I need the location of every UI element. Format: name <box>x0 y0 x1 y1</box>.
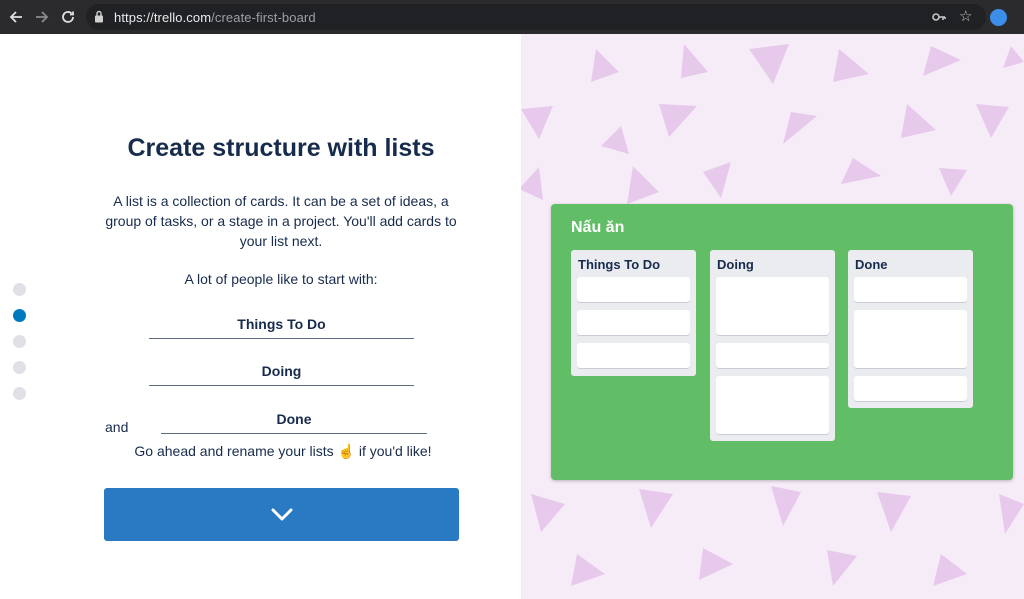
step-dot[interactable] <box>13 387 26 400</box>
card-placeholder <box>854 376 967 401</box>
board-preview-panel: Nấu ăn Things To Do Doing Done <box>521 34 1024 599</box>
and-label: and <box>105 419 129 435</box>
hint-text: A lot of people like to start with: <box>184 271 378 287</box>
reload-icon[interactable] <box>55 4 81 30</box>
next-step-button[interactable] <box>104 488 459 541</box>
list-name-input-2[interactable] <box>149 356 414 386</box>
list-column: Things To Do <box>571 250 696 376</box>
card-placeholder <box>854 277 967 302</box>
lock-icon <box>95 10 103 23</box>
back-arrow-icon[interactable] <box>3 4 29 30</box>
card-placeholder <box>716 376 829 434</box>
card-placeholder <box>716 343 829 368</box>
board-title: Nấu ăn <box>571 219 625 236</box>
card-placeholder <box>577 343 690 368</box>
chevron-down-icon <box>271 508 292 520</box>
card-placeholder <box>854 310 967 368</box>
bookmark-star-icon[interactable]: ☆ <box>959 7 972 25</box>
description-text: A list is a collection of cards. It can … <box>105 193 457 249</box>
onboarding-panel: Create structure with lists A list is a … <box>0 34 521 599</box>
list-title: Doing <box>717 257 754 272</box>
list-title: Done <box>855 257 888 272</box>
step-dot-active[interactable] <box>13 309 26 322</box>
step-dot[interactable] <box>13 361 26 374</box>
list-column: Done <box>848 250 973 408</box>
forward-arrow-icon[interactable] <box>29 4 55 30</box>
card-placeholder <box>577 310 690 335</box>
key-icon[interactable] <box>932 10 946 25</box>
list-name-input-3[interactable] <box>161 404 427 434</box>
rename-hint-text: Go ahead and rename your lists ☝️ if you… <box>134 443 432 459</box>
board-preview: Nấu ăn Things To Do Doing Done <box>551 204 1013 480</box>
card-placeholder <box>577 277 690 302</box>
card-placeholder <box>716 277 829 335</box>
profile-avatar[interactable] <box>990 9 1007 26</box>
url-text[interactable]: https://trello.com/create-first-board <box>114 10 316 25</box>
step-dot[interactable] <box>13 335 26 348</box>
list-title: Things To Do <box>578 257 661 272</box>
list-column: Doing <box>710 250 835 441</box>
page-title: Create structure with lists <box>127 134 435 162</box>
step-indicator <box>13 283 26 413</box>
step-dot[interactable] <box>13 283 26 296</box>
list-name-input-1[interactable] <box>149 309 414 339</box>
